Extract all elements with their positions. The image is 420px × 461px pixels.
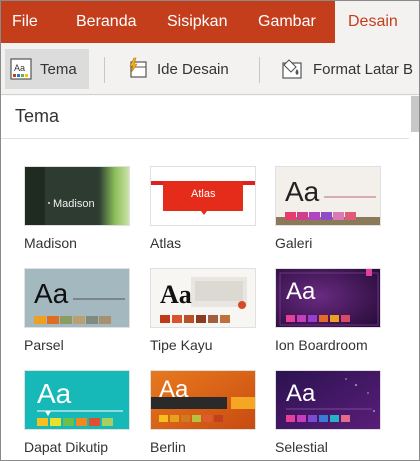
tab-design[interactable]: Desain [335, 1, 419, 43]
panel-title: Tema [15, 106, 60, 126]
theme-thumbnail-berlin[interactable]: Aa [150, 370, 256, 430]
format-background-icon [281, 57, 305, 81]
dapat-dikutip-sample-text: Aa [37, 378, 72, 409]
themes-button-label: Tema [40, 60, 77, 78]
theme-label-berlin: Berlin [150, 439, 186, 455]
selestial-sample-text: Aa [286, 380, 316, 407]
theme-thumbnail-ion-boardroom[interactable]: Aa [275, 268, 381, 328]
themes-button[interactable]: Aa Tema [5, 49, 89, 89]
panel-divider [1, 138, 409, 139]
atlas-sample-text: Atlas [191, 188, 216, 200]
theme-label-selestial: Selestial [275, 439, 328, 455]
theme-thumbnail-parsel[interactable]: Aa [24, 268, 130, 328]
madison-sample-text: Madison [53, 198, 95, 210]
format-background-label: Format Latar B [313, 60, 414, 78]
theme-thumbnail-selestial[interactable]: Aa [275, 370, 381, 430]
theme-thumbnail-tipe-kayu[interactable]: Aa [150, 268, 256, 328]
design-toolbar: Aa Tema Ide Desain Format Latar B [1, 43, 419, 95]
theme-label-dapat-dikutip: Dapat Dikutip [24, 439, 109, 455]
theme-thumbnail-atlas[interactable]: Atlas [150, 166, 256, 226]
theme-thumbnail-madison[interactable]: Madison [24, 166, 130, 226]
theme-label-galeri: Galeri [275, 235, 313, 251]
toolbar-separator [259, 57, 260, 83]
tab-home[interactable]: Beranda [76, 1, 137, 43]
svg-text:Aa: Aa [14, 63, 25, 73]
theme-label-tipe-kayu: Tipe Kayu [150, 337, 213, 353]
parsel-sample-text: Aa [34, 278, 69, 309]
tab-insert[interactable]: Sisipkan [167, 1, 227, 43]
theme-label-atlas: Atlas [150, 235, 182, 251]
themes-panel: Tema Madison Madison Atlas Atlas Aa Gale… [1, 96, 419, 460]
tipe-kayu-sample-text: Aa [160, 280, 192, 309]
powerpoint-window: File Beranda Sisipkan Gambar Desain Aa T… [0, 0, 420, 461]
tab-draw[interactable]: Gambar [258, 1, 316, 43]
theme-label-madison: Madison [24, 235, 77, 251]
theme-label-ion-boardroom: Ion Boardroom [275, 337, 368, 353]
theme-thumbnail-dapat-dikutip[interactable]: Aa [24, 370, 130, 430]
theme-icon: Aa [10, 58, 32, 80]
design-ideas-label: Ide Desain [157, 60, 229, 78]
design-ideas-button[interactable]: Ide Desain [121, 49, 241, 89]
berlin-sample-text: Aa [159, 376, 189, 403]
scrollbar[interactable] [411, 96, 419, 132]
ribbon-tab-bar: File Beranda Sisipkan Gambar Desain [1, 1, 419, 43]
format-background-button[interactable]: Format Latar B [277, 49, 419, 89]
ion-boardroom-sample-text: Aa [286, 278, 316, 305]
design-ideas-icon [125, 57, 149, 81]
toolbar-separator [104, 57, 105, 83]
theme-thumbnail-galeri[interactable]: Aa [275, 166, 381, 226]
theme-label-parsel: Parsel [24, 337, 64, 353]
tab-file[interactable]: File [12, 1, 38, 43]
galeri-sample-text: Aa [285, 176, 320, 207]
